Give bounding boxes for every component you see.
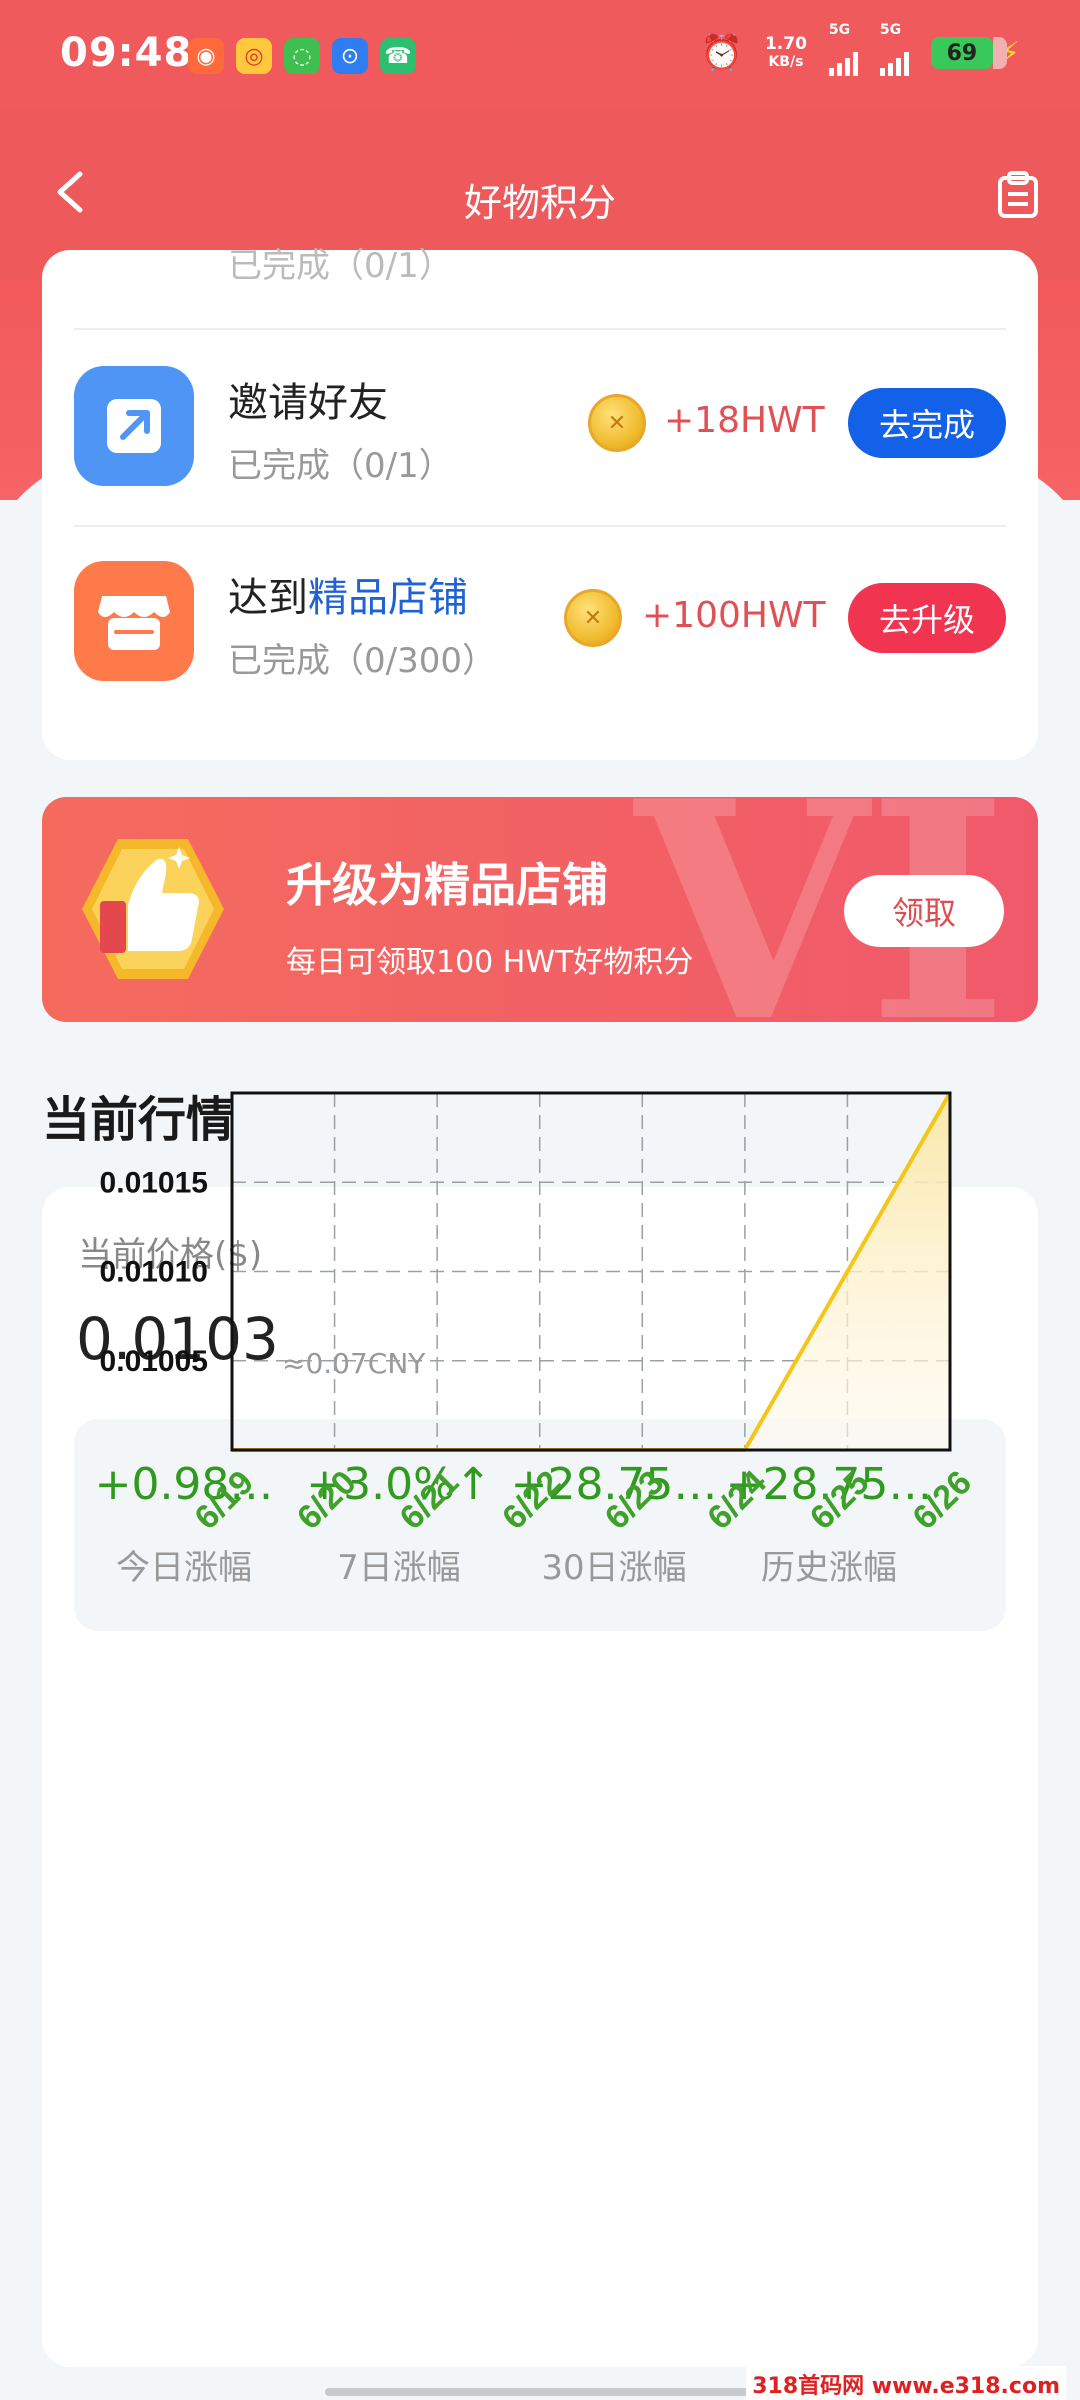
sim2-label: 5G bbox=[879, 22, 902, 38]
app-notification-icon: ◉ bbox=[188, 38, 224, 74]
watermark: 318首码网 www.e318.com bbox=[746, 2366, 1066, 2400]
task-row-shop: 达到精品店铺 已完成（0/300） ✕ +100HWT 去升级 bbox=[42, 525, 1038, 720]
task-row-partial: 已完成（0/1） bbox=[42, 246, 1038, 330]
alarm-icon: ⏰ bbox=[700, 33, 743, 73]
signal-sim1-icon: 5G bbox=[828, 22, 858, 76]
y-tick-label: 0.01015 bbox=[100, 1166, 208, 1199]
thumbs-up-icon bbox=[82, 839, 224, 979]
task-title: 达到精品店铺 bbox=[228, 565, 468, 623]
network-speed-value: 1.70 bbox=[764, 34, 807, 54]
invite-icon bbox=[74, 366, 194, 486]
task-reward: +18HWT bbox=[664, 400, 825, 441]
page-title: 好物积分 bbox=[463, 181, 616, 225]
y-tick-label: 0.01005 bbox=[100, 1345, 208, 1378]
upgrade-promo-banner[interactable]: VI 升级为精品店铺 每日可领取100 HWT好物积分 领取 bbox=[42, 797, 1038, 1022]
task-title-highlight: 精品店铺 bbox=[308, 575, 468, 621]
clipboard-icon[interactable] bbox=[994, 170, 1042, 220]
market-card: 当前价格($) 0.0103 ≈0.07CNY +0.98… 今日涨幅 +3.0… bbox=[42, 1091, 1038, 2367]
coin-icon: ✕ bbox=[564, 589, 622, 647]
x-tick-label: 6/22 bbox=[495, 1463, 569, 1537]
coin-icon: ✕ bbox=[588, 394, 646, 452]
shop-icon bbox=[74, 561, 194, 681]
network-speed-unit: KB/s bbox=[768, 54, 804, 70]
upgrade-shop-button[interactable]: 去升级 bbox=[848, 583, 1006, 653]
weibo-icon: ◎ bbox=[236, 38, 272, 74]
wechat-icon: ◌ bbox=[284, 38, 320, 74]
task-status: 已完成（0/300） bbox=[228, 641, 496, 681]
promo-subtitle: 每日可领取100 HWT好物积分 bbox=[286, 945, 694, 980]
battery-level: 69 bbox=[946, 40, 978, 66]
signal-sim2-icon: 5G bbox=[879, 22, 909, 76]
phone-icon: ☎ bbox=[380, 38, 416, 74]
x-tick-label: 6/20 bbox=[290, 1463, 364, 1537]
x-tick-label: 6/19 bbox=[187, 1463, 261, 1537]
broadcast-icon: ⊙ bbox=[332, 38, 368, 74]
task-title-prefix: 达到 bbox=[228, 575, 308, 621]
y-tick-label: 0.01010 bbox=[100, 1256, 208, 1289]
task-row-invite: 邀请好友 已完成（0/1） ✕ +18HWT 去完成 bbox=[42, 330, 1038, 525]
claim-button[interactable]: 领取 bbox=[844, 875, 1004, 947]
sim1-label: 5G bbox=[828, 22, 851, 38]
task-partial-status: 已完成（0/1） bbox=[228, 246, 453, 286]
x-tick-label: 6/21 bbox=[393, 1463, 467, 1537]
status-time: 09:48 bbox=[60, 30, 193, 76]
task-status: 已完成（0/1） bbox=[228, 446, 453, 486]
x-tick-label: 6/24 bbox=[700, 1463, 774, 1537]
status-right: ⏰ 1.70 KB/s 5G 5G 69 ⚡ bbox=[700, 22, 1020, 76]
home-indicator[interactable] bbox=[325, 2388, 755, 2396]
status-bar: 09:48 ◉ ◎ ◌ ⊙ ☎ ⏰ 1.70 KB/s 5G 5G 69 ⚡ bbox=[0, 0, 1080, 110]
network-speed: 1.70 KB/s bbox=[765, 35, 807, 71]
task-reward: +100HWT bbox=[642, 595, 826, 636]
x-tick-label: 6/25 bbox=[803, 1463, 877, 1537]
complete-invite-button[interactable]: 去完成 bbox=[848, 388, 1006, 458]
x-tick-label: 6/26 bbox=[905, 1463, 979, 1537]
battery-icon: 69 bbox=[930, 37, 1007, 69]
notification-icons: ◉ ◎ ◌ ⊙ ☎ bbox=[188, 38, 416, 74]
x-tick-label: 6/23 bbox=[598, 1463, 672, 1537]
price-chart: 0.01005 0.01010 0.01015 6/19 6/20 6/21 6/22 6/2… bbox=[100, 1091, 979, 1537]
task-card: 已完成（0/1） 邀请好友 已完成（0/1） ✕ +18HWT 去完成 达到精品… bbox=[42, 246, 1038, 760]
promo-title: 升级为精品店铺 bbox=[286, 858, 608, 912]
task-title: 邀请好友 bbox=[228, 380, 388, 426]
